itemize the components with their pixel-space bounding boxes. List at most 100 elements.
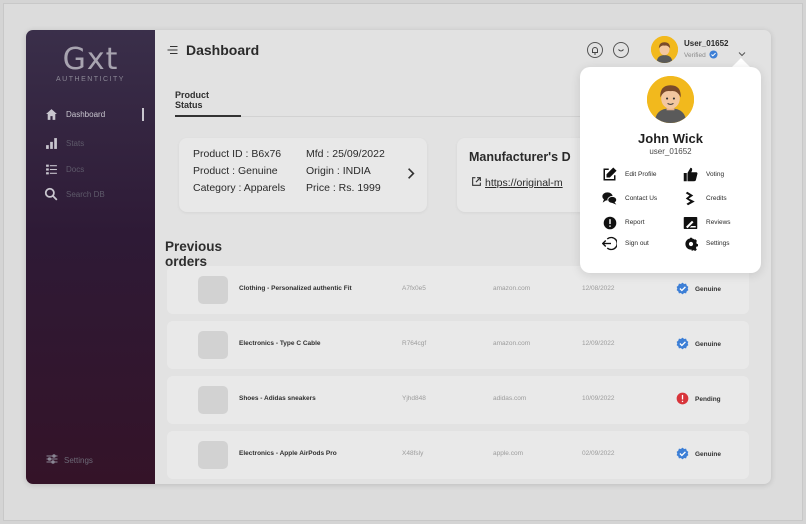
page-header: Dashboard xyxy=(167,42,259,58)
product-origin: Origin : INDIA xyxy=(306,165,371,177)
sidebar-item-label: Docs xyxy=(66,164,85,174)
previous-orders-title: Previous orders xyxy=(165,239,223,269)
product-mfd: Mfd : 25/09/2022 xyxy=(306,148,385,160)
menu-item-label: Report xyxy=(625,219,645,226)
sidebar-item-label: Stats xyxy=(66,138,85,148)
search-icon xyxy=(44,187,58,201)
gear-icon xyxy=(683,236,698,251)
product-thumbnail xyxy=(198,386,228,414)
menu-item-reviews[interactable]: Reviews xyxy=(683,215,731,230)
review-icon xyxy=(683,215,698,230)
status-badge: Genuine xyxy=(676,447,721,462)
order-date: 12/08/2022 xyxy=(582,285,615,292)
product-thumbnail xyxy=(198,331,228,359)
sidebar-item-label: Search DB xyxy=(66,189,105,199)
product-thumbnail xyxy=(198,276,228,304)
menu-item-report[interactable]: Report xyxy=(602,215,645,230)
user-chip[interactable]: User_01652 Verified xyxy=(651,36,728,63)
profile-name: John Wick xyxy=(638,131,703,146)
logo: Gxt xyxy=(62,42,119,77)
table-row[interactable]: Electronics - Apple AirPods Pro X48fsly … xyxy=(167,431,749,479)
profile-avatar xyxy=(647,76,694,123)
external-link-icon xyxy=(471,176,482,190)
edit-icon xyxy=(602,167,617,182)
order-site: amazon.com xyxy=(493,340,531,347)
verified-badge-icon xyxy=(709,49,718,61)
verified-status: Verified xyxy=(684,49,728,61)
sign-out-icon xyxy=(602,236,617,251)
menu-item-label: Contact Us xyxy=(625,195,658,202)
alert-icon xyxy=(676,392,689,407)
page-title: Dashboard xyxy=(186,42,260,58)
table-row[interactable]: Shoes - Adidas sneakers Yjhd848 adidas.c… xyxy=(167,376,749,424)
sidebar-item-dashboard[interactable]: Dashboard xyxy=(44,104,105,124)
product-category: Category : Apparels xyxy=(193,182,286,194)
active-indicator xyxy=(142,108,144,121)
manufacturer-title: Manufacturer's D xyxy=(469,150,571,164)
product-type: Product : Genuine xyxy=(193,165,278,177)
menu-item-contact-us[interactable]: Contact Us xyxy=(602,191,657,206)
avatar xyxy=(651,36,678,63)
product-id: Product ID : B6x76 xyxy=(193,148,282,160)
sidebar-item-search-db[interactable]: Search DB xyxy=(44,184,105,204)
sidebar-settings-label: Settings xyxy=(64,455,93,465)
status-label: Pending xyxy=(695,396,721,403)
thumbs-up-icon xyxy=(683,167,698,182)
manufacturer-link-text: https://original-m xyxy=(485,177,563,189)
menu-item-voting[interactable]: Voting xyxy=(683,167,724,182)
header-actions xyxy=(587,42,629,58)
manufacturer-link[interactable]: https://original-m xyxy=(471,176,563,190)
menu-item-sign-out[interactable]: Sign out xyxy=(602,236,649,251)
profile-username: user_01652 xyxy=(649,147,692,156)
list-icon xyxy=(44,162,58,176)
table-row[interactable]: Clothing - Personalized authentic Fit A7… xyxy=(167,266,749,314)
tab-product-status[interactable]: Product Status xyxy=(175,90,209,110)
sliders-icon xyxy=(46,454,58,466)
order-date: 12/09/2022 xyxy=(582,340,615,347)
order-id: Yjhd848 xyxy=(402,395,426,402)
sidebar-settings[interactable]: Settings xyxy=(46,454,93,466)
profile-dropdown: John Wick user_01652 Edit Profile Voting… xyxy=(580,67,761,273)
menu-item-label: Voting xyxy=(706,171,725,178)
product-thumbnail xyxy=(198,441,228,469)
menu-item-label: Sign out xyxy=(625,240,649,247)
order-name: Electronics - Apple AirPods Pro xyxy=(239,450,337,457)
sidebar: Gxt AUTHENTICITY Dashboard Stats Docs Se… xyxy=(26,30,155,484)
status-label: Genuine xyxy=(695,451,722,458)
verified-label: Verified xyxy=(684,51,706,59)
user-name: User_01652 xyxy=(684,38,729,48)
status-label: Genuine xyxy=(695,286,722,293)
order-site: apple.com xyxy=(493,450,523,457)
sidebar-item-docs[interactable]: Docs xyxy=(44,159,84,179)
status-badge: Genuine xyxy=(676,282,721,297)
verified-badge-icon xyxy=(676,282,689,297)
order-site: amazon.com xyxy=(493,285,531,292)
menu-item-edit-profile[interactable]: Edit Profile xyxy=(602,167,656,182)
order-site: adidas.com xyxy=(493,395,527,402)
status-badge: Pending xyxy=(676,392,721,407)
status-badge: Genuine xyxy=(676,337,721,352)
table-row[interactable]: Electronics - Type C Cable R764cgf amazo… xyxy=(167,321,749,369)
chevron-right-icon[interactable] xyxy=(407,167,415,185)
order-id: A7fx0e5 xyxy=(402,285,426,292)
verified-badge-icon xyxy=(676,447,689,462)
credits-icon xyxy=(683,191,698,206)
order-id: X48fsly xyxy=(402,450,424,457)
order-name: Clothing - Personalized authentic Fit xyxy=(239,285,352,292)
menu-item-settings[interactable]: Settings xyxy=(683,236,730,251)
logo-tagline: AUTHENTICITY xyxy=(56,76,125,83)
menu-item-label: Credits xyxy=(706,195,727,202)
sidebar-item-label: Dashboard xyxy=(66,109,106,119)
verified-badge-icon xyxy=(676,337,689,352)
menu-item-credits[interactable]: Credits xyxy=(683,191,727,206)
alert-icon xyxy=(602,215,617,230)
sidebar-item-stats[interactable]: Stats xyxy=(44,133,84,153)
menu-item-label: Settings xyxy=(706,240,730,247)
order-name: Electronics - Type C Cable xyxy=(239,340,321,347)
bar-chart-icon xyxy=(44,136,58,150)
bell-icon[interactable] xyxy=(587,42,603,58)
order-name: Shoes - Adidas sneakers xyxy=(239,395,316,402)
product-price: Price : Rs. 1999 xyxy=(306,182,381,194)
menu-icon[interactable] xyxy=(167,42,178,58)
smiley-icon[interactable] xyxy=(613,42,629,58)
